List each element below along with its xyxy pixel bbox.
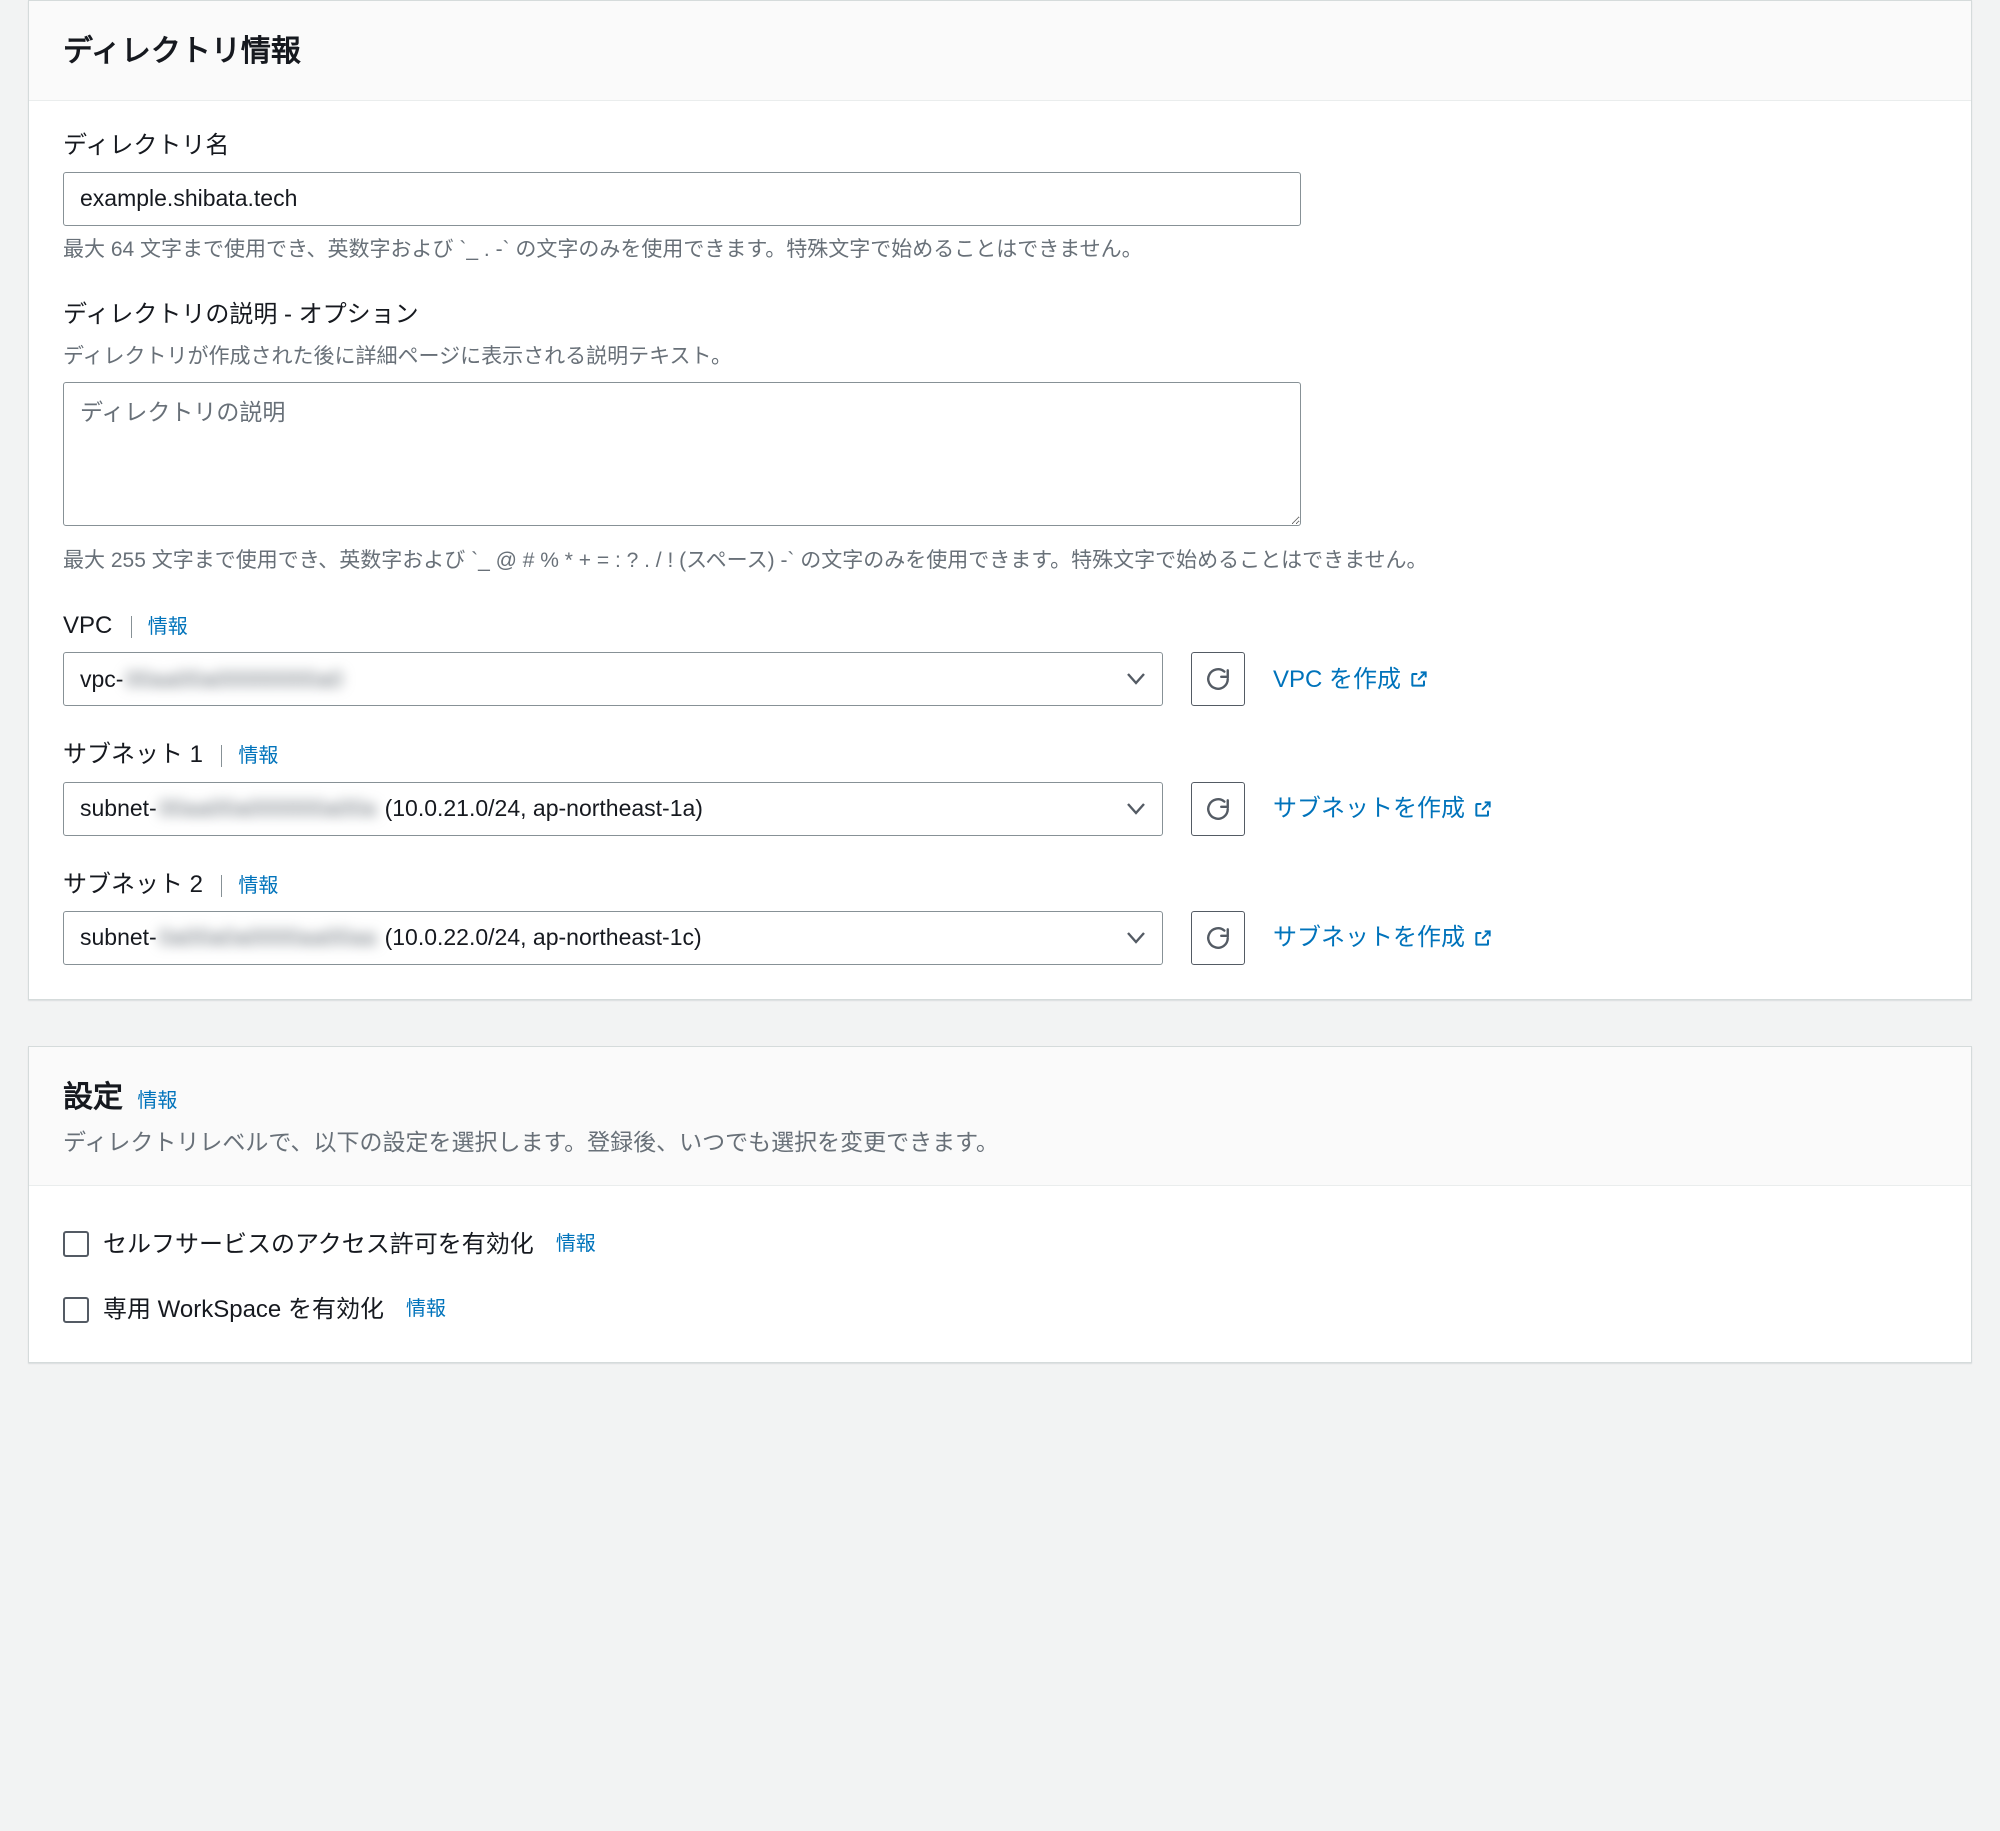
subnet2-value-prefix: subnet-: [80, 924, 157, 950]
refresh-icon: [1205, 925, 1231, 951]
vpc-info-link[interactable]: 情報: [131, 616, 188, 638]
external-link-icon: [1473, 799, 1493, 819]
directory-description-input[interactable]: [63, 382, 1301, 526]
subnet1-create-link[interactable]: サブネットを作成: [1273, 790, 1493, 827]
caret-down-icon: [1127, 932, 1145, 944]
subnet2-value-suffix: (10.0.22.0/24, ap-northeast-1c): [378, 924, 701, 950]
vpc-create-link[interactable]: VPC を作成: [1273, 661, 1429, 698]
settings-header: 設定 情報 ディレクトリレベルで、以下の設定を選択します。登録後、いつでも選択を…: [29, 1047, 1971, 1186]
subnet2-create-link[interactable]: サブネットを作成: [1273, 919, 1493, 956]
subnet2-info-link[interactable]: 情報: [221, 875, 278, 897]
subnet2-select[interactable]: subnet-0a00a0a0000aa00aa (10.0.22.0/24, …: [63, 911, 1163, 965]
vpc-value-prefix: vpc-: [80, 666, 123, 692]
settings-title: 設定: [63, 1081, 123, 1114]
subnet2-value-redacted: 0a00a0a0000aa00aa: [159, 920, 376, 956]
self-service-info-link[interactable]: 情報: [556, 1229, 596, 1260]
subnet1-info-link[interactable]: 情報: [221, 745, 278, 767]
vpc-value-redacted: 00aa00a00000000a0: [125, 662, 342, 698]
subnet1-field: サブネット 1 情報 subnet-00aa00a000000a00a (10.…: [63, 736, 1937, 835]
subnet1-label: サブネット 1: [63, 741, 203, 768]
subnet2-refresh-button[interactable]: [1191, 911, 1245, 965]
dedicated-workspace-info-link[interactable]: 情報: [406, 1294, 446, 1325]
subnet2-label: サブネット 2: [63, 871, 203, 898]
vpc-select[interactable]: vpc-00aa00a00000000a0: [63, 652, 1163, 706]
caret-down-icon: [1127, 803, 1145, 815]
vpc-create-link-text: VPC を作成: [1273, 661, 1401, 698]
subnet2-field: サブネット 2 情報 subnet-0a00a0a0000aa00aa (10.…: [63, 866, 1937, 965]
self-service-checkbox[interactable]: [63, 1231, 89, 1257]
directory-name-input[interactable]: [63, 172, 1301, 226]
vpc-label: VPC: [63, 612, 112, 639]
external-link-icon: [1473, 928, 1493, 948]
dedicated-workspace-row: 専用 WorkSpace を有効化 情報: [63, 1291, 1937, 1328]
caret-down-icon: [1127, 673, 1145, 685]
dedicated-workspace-label: 専用 WorkSpace を有効化: [103, 1291, 384, 1328]
external-link-icon: [1409, 669, 1429, 689]
directory-description-field: ディレクトリの説明 - オプション ディレクトリが作成された後に詳細ページに表示…: [63, 296, 1937, 577]
subnet1-create-link-text: サブネットを作成: [1273, 790, 1465, 827]
directory-info-header: ディレクトリ情報: [29, 1, 1971, 101]
directory-description-label: ディレクトリの説明 - オプション: [63, 301, 419, 328]
dedicated-workspace-checkbox[interactable]: [63, 1297, 89, 1323]
directory-description-hint: 最大 255 文字まで使用でき、英数字および `_ @ # % * + = : …: [63, 545, 1937, 578]
directory-name-hint: 最大 64 文字まで使用でき、英数字および `_ . -` の文字のみを使用でき…: [63, 234, 1937, 267]
subnet1-value-redacted: 00aa00a000000a00a: [159, 791, 376, 827]
directory-name-label: ディレクトリ名: [63, 132, 229, 159]
self-service-label: セルフサービスのアクセス許可を有効化: [103, 1226, 534, 1263]
directory-info-panel: ディレクトリ情報 ディレクトリ名 最大 64 文字まで使用でき、英数字および `…: [28, 0, 1972, 1000]
settings-panel: 設定 情報 ディレクトリレベルで、以下の設定を選択します。登録後、いつでも選択を…: [28, 1046, 1972, 1364]
subnet1-value-prefix: subnet-: [80, 795, 157, 821]
settings-description: ディレクトリレベルで、以下の設定を選択します。登録後、いつでも選択を変更できます…: [63, 1125, 1937, 1161]
refresh-icon: [1205, 796, 1231, 822]
subnet1-refresh-button[interactable]: [1191, 782, 1245, 836]
subnet1-select[interactable]: subnet-00aa00a000000a00a (10.0.21.0/24, …: [63, 782, 1163, 836]
subnet1-value-suffix: (10.0.21.0/24, ap-northeast-1a): [378, 795, 703, 821]
directory-description-sub: ディレクトリが作成された後に詳細ページに表示される説明テキスト。: [63, 341, 1937, 374]
vpc-field: VPC 情報 vpc-00aa00a00000000a0: [63, 607, 1937, 706]
subnet2-create-link-text: サブネットを作成: [1273, 919, 1465, 956]
refresh-icon: [1205, 666, 1231, 692]
directory-info-title: ディレクトリ情報: [63, 35, 301, 68]
settings-info-link[interactable]: 情報: [137, 1090, 177, 1112]
directory-name-field: ディレクトリ名 最大 64 文字まで使用でき、英数字および `_ . -` の文…: [63, 127, 1937, 267]
vpc-refresh-button[interactable]: [1191, 652, 1245, 706]
self-service-row: セルフサービスのアクセス許可を有効化 情報: [63, 1226, 1937, 1263]
